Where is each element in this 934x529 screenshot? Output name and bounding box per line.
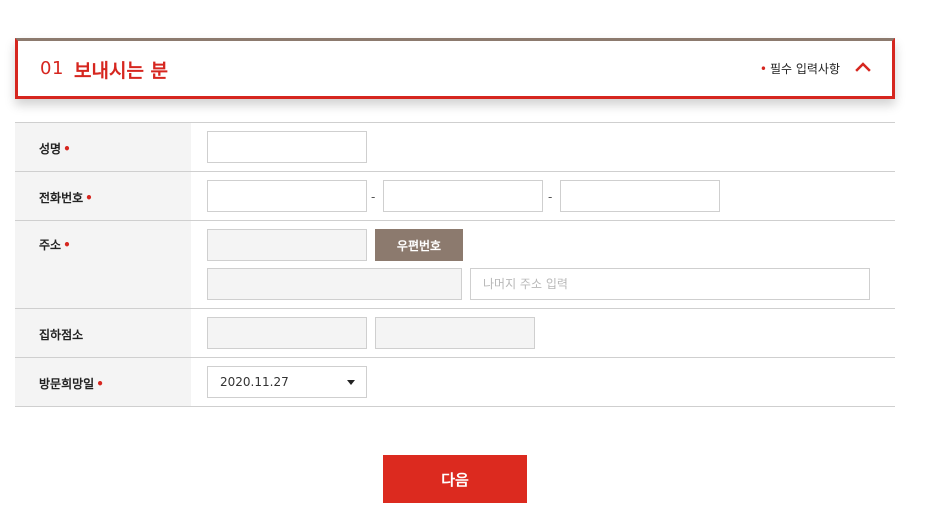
page: 01 보내시는 분 • 필수 입력사항 성명 • 전화번호 • - - 주소 •…: [0, 0, 934, 529]
phone-separator: -: [371, 190, 376, 204]
form-row-phone: 전화번호 • - -: [15, 172, 895, 221]
label-pickup: 집하점소: [39, 328, 84, 342]
postcode-search-button[interactable]: 우편번호: [375, 229, 463, 261]
chevron-up-icon[interactable]: [852, 56, 874, 78]
required-marker: •: [85, 191, 93, 205]
row-label-address: 주소 •: [15, 221, 191, 308]
phone-input-1[interactable]: [207, 180, 367, 212]
address-base-input: [207, 268, 462, 300]
form-row-pickup: 집하점소: [15, 309, 895, 358]
required-marker: •: [96, 377, 104, 391]
form-row-visit-date: 방문희망일 • 2020.11.27: [15, 358, 895, 407]
label-address: 주소: [39, 238, 62, 252]
row-label-visit-date: 방문희망일 •: [15, 358, 191, 406]
form-row-name: 성명 •: [15, 123, 895, 172]
row-label-pickup: 집하점소: [15, 309, 191, 357]
required-marker: •: [759, 62, 767, 76]
section-number: 01: [40, 58, 64, 79]
row-content-address: 우편번호: [191, 221, 895, 308]
label-phone: 전화번호: [39, 191, 84, 205]
section-header: 01 보내시는 분 • 필수 입력사항: [15, 38, 895, 99]
postcode-input: [207, 229, 367, 261]
label-visit-date: 방문희망일: [39, 377, 95, 391]
required-note-text: 필수 입력사항: [769, 62, 840, 76]
phone-separator: -: [548, 190, 553, 204]
address-detail-input[interactable]: [470, 268, 870, 300]
row-content-visit-date: 2020.11.27: [191, 358, 895, 406]
row-label-name: 성명 •: [15, 123, 191, 171]
caret-down-icon: [347, 380, 355, 385]
sender-form: 성명 • 전화번호 • - - 주소 • 우편번호 나머지 주소 입력 집하점소…: [15, 122, 895, 407]
phone-input-2[interactable]: [383, 180, 543, 212]
required-marker: •: [63, 142, 71, 156]
pickup-branch-input: [207, 317, 367, 349]
pickup-branch-detail-input: [375, 317, 535, 349]
form-row-address: 주소 • 우편번호: [15, 221, 895, 309]
visit-date-value: 2020.11.27: [220, 375, 289, 389]
required-marker: •: [63, 238, 71, 252]
row-content-phone: - -: [191, 172, 895, 220]
name-input[interactable]: [207, 131, 367, 163]
row-label-phone: 전화번호 •: [15, 172, 191, 220]
required-note: • 필수 입력사항: [760, 60, 840, 77]
row-content-name: [191, 123, 895, 171]
label-name: 성명: [39, 142, 62, 156]
next-button[interactable]: 다음: [383, 455, 527, 503]
section-title: 보내시는 분: [74, 60, 169, 82]
visit-date-select[interactable]: 2020.11.27: [207, 366, 367, 398]
row-content-pickup: [191, 309, 895, 357]
postcode-button-label: 우편번호: [396, 238, 442, 253]
phone-input-3[interactable]: [560, 180, 720, 212]
